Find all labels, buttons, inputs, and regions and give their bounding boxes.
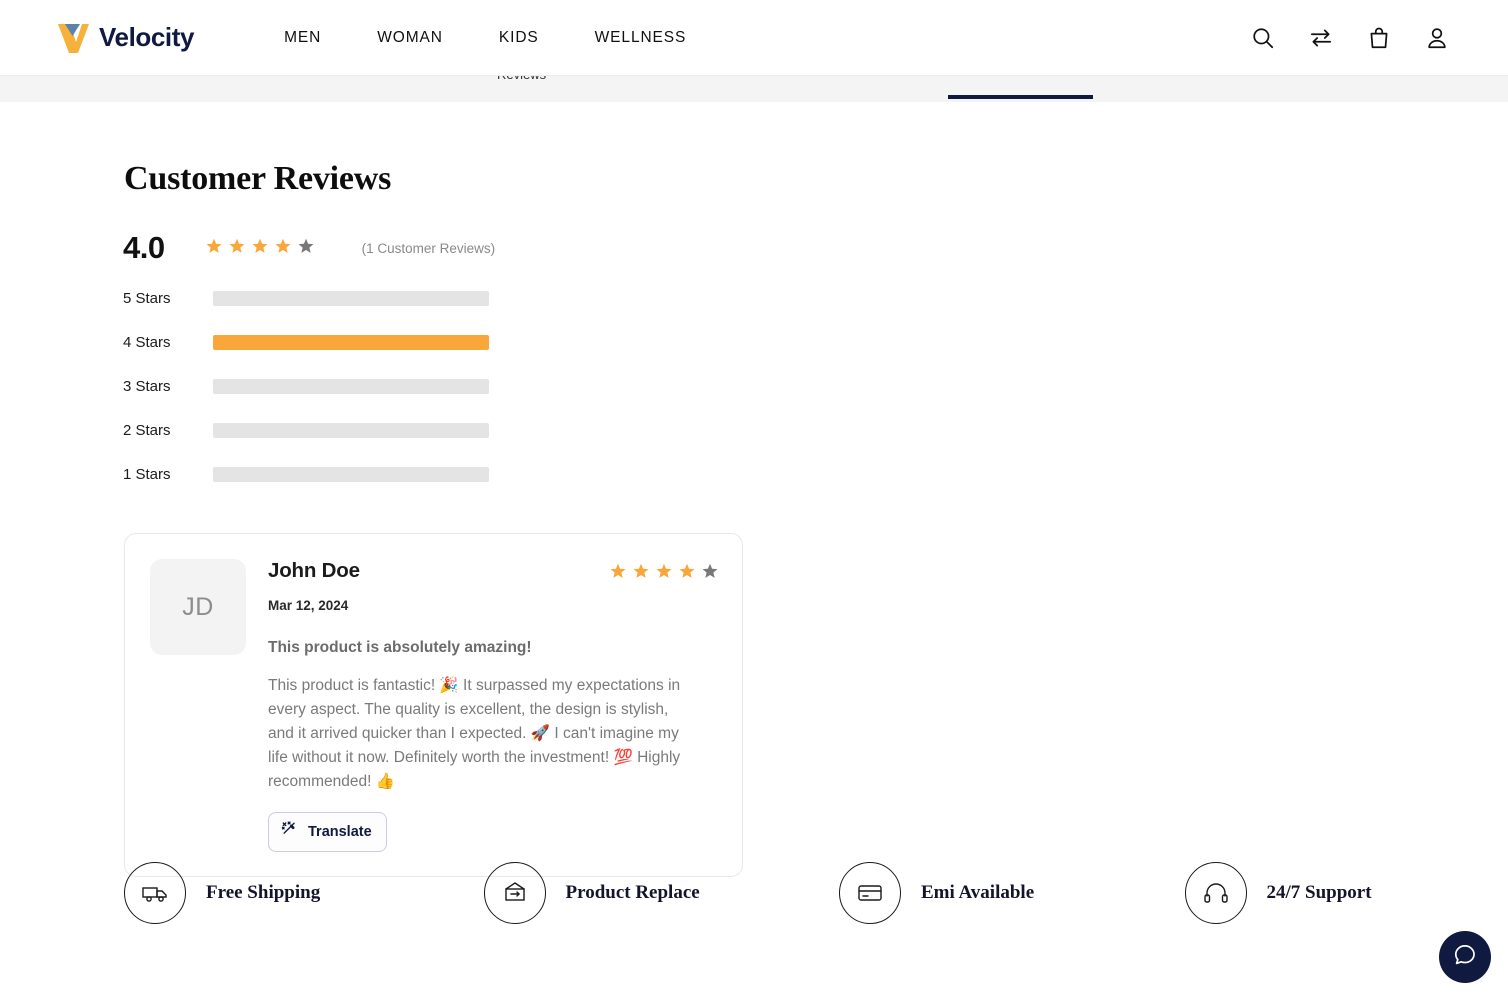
review-count-label: (1 Customer Reviews): [361, 240, 496, 256]
rating-bar-row[interactable]: 4 Stars: [123, 320, 489, 364]
feature-label: Product Replace: [565, 882, 700, 903]
page-title: Customer Reviews: [124, 160, 392, 197]
rating-bar-label: 3 Stars: [123, 377, 171, 395]
rating-summary: 4.0 (1 Customer Reviews): [123, 230, 495, 266]
average-rating-value: 4.0: [123, 230, 165, 265]
feature-label: Free Shipping: [206, 882, 321, 903]
rating-bar-track: [213, 466, 489, 482]
feature-label: 24/7 Support: [1266, 882, 1372, 903]
star-icon: [656, 563, 672, 584]
avatar: JD: [150, 559, 246, 655]
nav-item-men[interactable]: MEN: [256, 23, 349, 53]
star-icon: [610, 563, 626, 584]
rating-bar-track: [213, 290, 489, 306]
rating-bar-label: 4 Stars: [123, 333, 171, 351]
review-text: This product is fantastic! 🎉 It surpasse…: [268, 677, 681, 790]
star-icon-empty: [298, 238, 314, 259]
search-icon[interactable]: [1250, 25, 1276, 51]
star-icon: [275, 238, 291, 259]
review-title: This product is absolutely amazing!: [268, 639, 532, 656]
brand-name: Velocity: [99, 22, 195, 52]
star-icon: [206, 238, 222, 259]
user-account-icon[interactable]: [1424, 25, 1450, 51]
feature-label: Emi Available: [921, 882, 1035, 903]
tab-label-clipped[interactable]: Reviews: [497, 76, 546, 82]
review-rating-stars: [610, 559, 718, 584]
feature-free-shipping: Free Shipping: [0, 862, 448, 924]
site-header: Velocity MEN WOMAN KIDS WELLNESS: [0, 0, 1508, 76]
nav-item-kids[interactable]: KIDS: [471, 23, 567, 53]
rating-bar-label: 2 Stars: [123, 421, 171, 439]
header-actions: [1250, 25, 1450, 51]
primary-nav: MEN WOMAN KIDS WELLNESS: [256, 23, 714, 53]
rating-distribution: 5 Stars 4 Stars 3 Stars 2 Stars 1 Stars: [123, 276, 489, 496]
rating-bar-fill: [213, 334, 489, 350]
feature-support: 24/7 Support: [1163, 862, 1508, 924]
reviewer-name: John Doe: [268, 559, 360, 582]
review-header: John Doe: [268, 559, 718, 584]
review-card: JD John Doe Mar 12, 2024 This product is…: [124, 533, 743, 877]
rating-bar-label: 5 Stars: [123, 289, 171, 307]
feature-product-replace: Product Replace: [448, 862, 808, 924]
rating-bar-track: [213, 378, 489, 394]
rating-bar-row[interactable]: 1 Stars: [123, 452, 489, 496]
average-rating-stars: [206, 238, 314, 259]
star-icon: [229, 238, 245, 259]
review-date: Mar 12, 2024: [268, 598, 349, 613]
nav-item-wellness[interactable]: WELLNESS: [567, 23, 715, 53]
rating-bar-track: [213, 422, 489, 438]
active-tab-indicator: [948, 95, 1093, 99]
compare-arrows-icon[interactable]: [1308, 25, 1334, 51]
rating-bar-row[interactable]: 2 Stars: [123, 408, 489, 452]
brand-logo[interactable]: Velocity: [56, 21, 194, 55]
translate-button[interactable]: Translate: [268, 812, 387, 852]
star-icon-empty: [702, 563, 718, 584]
star-icon: [679, 563, 695, 584]
rating-bar-row[interactable]: 3 Stars: [123, 364, 489, 408]
star-icon: [252, 238, 268, 259]
truck-icon: [124, 862, 186, 924]
rating-bar-row[interactable]: 5 Stars: [123, 276, 489, 320]
nav-item-woman[interactable]: WOMAN: [349, 23, 471, 53]
review-content: John Doe Mar 12, 2024 This product is ab…: [268, 559, 718, 852]
card-icon: [839, 862, 901, 924]
chat-bubble-icon: [1452, 942, 1478, 973]
velocity-check-logo-icon: [56, 21, 92, 55]
replace-box-icon: [483, 862, 546, 924]
rating-bar-label: 1 Stars: [123, 465, 171, 483]
star-icon: [633, 563, 649, 584]
magic-wand-icon: [281, 821, 299, 843]
product-tabs-strip: Reviews: [0, 76, 1508, 102]
translate-button-label: Translate: [308, 824, 372, 840]
features-bar: Free Shipping Product Replace Emi Availa…: [0, 862, 1508, 924]
rating-bar-track: [213, 334, 489, 350]
feature-emi-available: Emi Available: [807, 862, 1163, 924]
page-root: Velocity MEN WOMAN KIDS WELLNESS Custome…: [0, 0, 1508, 1000]
chat-widget-button[interactable]: [1439, 931, 1491, 983]
headset-icon: [1184, 862, 1247, 924]
shopping-bag-icon[interactable]: [1366, 25, 1392, 51]
